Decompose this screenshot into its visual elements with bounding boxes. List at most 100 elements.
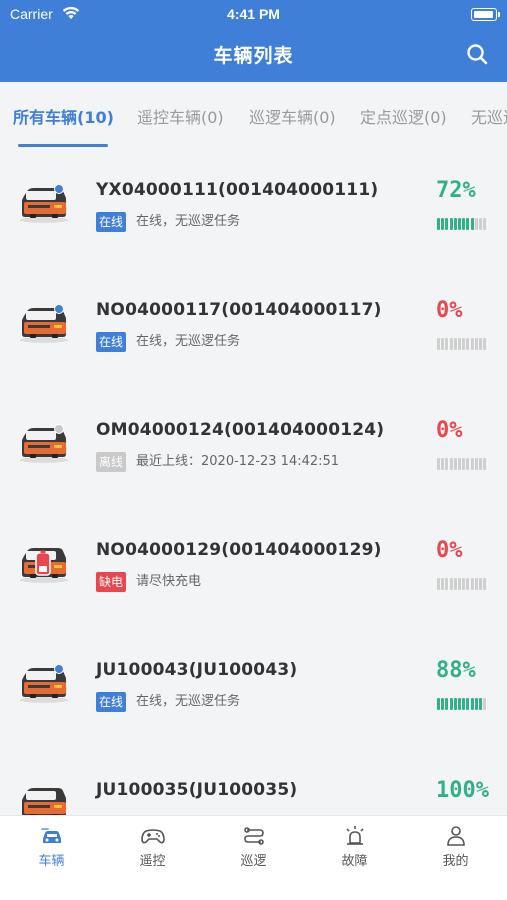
tabbar-item-vehicles[interactable]: 车辆	[1, 816, 102, 876]
battery-segment	[453, 338, 457, 350]
low-battery-vehicle-icon	[20, 548, 68, 583]
battery-segment	[466, 338, 470, 350]
battery-segment	[437, 458, 440, 470]
tabbar-item-faults[interactable]: 故障	[304, 816, 405, 876]
battery-segment	[474, 698, 478, 710]
clock: 4:41 PM	[227, 6, 280, 22]
status-badge: 离线	[96, 452, 127, 472]
vehicle-row[interactable]: YX04000111(001404000111) 在线 在线，无巡逻任务 72%	[0, 148, 507, 268]
filter-tabs: 所有车辆(10) 遥控车辆(0) 巡逻车辆(0) 定点巡逻(0) 无巡逻	[0, 82, 507, 148]
battery-meter	[437, 578, 487, 590]
status-dot	[54, 424, 64, 434]
status-badge: 缺电	[96, 572, 127, 592]
home-indicator-area	[0, 875, 507, 900]
battery-segment	[445, 578, 449, 590]
battery-segment	[441, 338, 445, 350]
vehicle-status-text: 在线，无巡逻任务	[136, 694, 241, 709]
battery-segment	[474, 338, 478, 350]
vehicle-name: JU100035(JU100035)	[96, 780, 298, 800]
battery-segment	[466, 218, 470, 230]
battery-percent: 72%	[436, 178, 476, 203]
tab-indicator	[18, 144, 108, 147]
battery-segment	[462, 338, 466, 350]
route-icon	[244, 827, 264, 845]
vehicle-name: YX04000111(001404000111)	[96, 180, 379, 200]
battery-segment	[470, 458, 474, 470]
battery-segment	[449, 338, 453, 350]
tabbar-item-remote[interactable]: 遥控	[102, 816, 203, 876]
battery-segment	[458, 578, 461, 590]
tab-all-vehicles[interactable]: 所有车辆(10)	[13, 104, 114, 128]
battery-segment	[462, 218, 466, 230]
battery-segment	[458, 698, 461, 710]
status-bar: Carrier 4:41 PM	[0, 4, 507, 24]
battery-segment	[441, 578, 445, 590]
battery-segment	[479, 338, 482, 350]
bottom-tab-bar: 车辆 遥控 巡逻 故障 我的	[0, 815, 507, 875]
tab-fixed-patrol[interactable]: 定点巡逻(0)	[360, 104, 447, 128]
battery-segment	[453, 578, 457, 590]
search-icon[interactable]	[465, 42, 489, 66]
battery-meter	[437, 458, 487, 470]
battery-meter	[437, 698, 487, 710]
battery-segment	[437, 578, 440, 590]
tabbar-item-patrol[interactable]: 巡逻	[203, 816, 304, 876]
battery-percent: 88%	[436, 658, 476, 683]
battery-segment	[441, 458, 445, 470]
user-icon	[447, 826, 465, 846]
vehicle-name: NO04000117(001404000117)	[96, 300, 382, 320]
vehicle-status-text: 请尽快充电	[136, 574, 202, 589]
battery-segment	[466, 578, 470, 590]
vehicle-list: YX04000111(001404000111) 在线 在线，无巡逻任务 72% NO0…	[0, 148, 507, 815]
battery-percent: 100%	[436, 778, 489, 803]
battery-meter	[437, 338, 487, 350]
battery-segment	[437, 218, 440, 230]
battery-segment	[483, 458, 487, 470]
car-icon	[41, 828, 61, 843]
vehicle-status-text: 在线，无巡逻任务	[136, 214, 241, 229]
battery-segment	[470, 338, 474, 350]
battery-segment	[458, 458, 461, 470]
battery-segment	[462, 578, 466, 590]
tab-patrol-vehicles[interactable]: 巡逻车辆(0)	[249, 104, 336, 128]
gamepad-icon	[141, 829, 165, 844]
battery-segment	[483, 578, 487, 590]
alarm-light-icon	[346, 826, 364, 845]
battery-percent: 0%	[436, 418, 463, 443]
battery-segment	[462, 458, 466, 470]
vehicle-name: OM04000124(001404000124)	[96, 420, 385, 440]
page-title: 车辆列表	[213, 45, 294, 67]
vehicle-name: NO04000129(001404000129)	[96, 540, 382, 560]
battery-segment	[462, 698, 466, 710]
tabbar-label: 巡逻	[240, 854, 267, 869]
battery-segment	[466, 458, 470, 470]
status-dot	[54, 304, 64, 314]
battery-segment	[445, 218, 449, 230]
vehicle-row[interactable]: NO04000117(001404000117) 在线 在线，无巡逻任务 0%	[0, 268, 507, 388]
battery-segment	[449, 458, 453, 470]
vehicle-name: JU100043(JU100043)	[96, 660, 298, 680]
tabbar-label: 我的	[442, 854, 469, 869]
tabbar-item-mine[interactable]: 我的	[405, 816, 506, 876]
vehicle-row[interactable]: JU100035(JU100035) 100%	[0, 748, 507, 815]
battery-segment	[474, 218, 478, 230]
vehicle-row[interactable]: NO04000129(001404000129) 缺电 请尽快充电 0%	[0, 508, 507, 628]
vehicle-icon	[22, 788, 66, 815]
battery-segment	[470, 218, 474, 230]
battery-segment	[458, 338, 461, 350]
battery-segment	[441, 218, 445, 230]
vehicle-row[interactable]: JU100043(JU100043) 在线 在线，无巡逻任务 88%	[0, 628, 507, 748]
tab-remote-vehicles[interactable]: 遥控车辆(0)	[137, 104, 224, 128]
tab-no-patrol[interactable]: 无巡逻	[471, 104, 507, 128]
battery-segment	[479, 218, 482, 230]
battery-segment	[449, 218, 453, 230]
vehicle-status-text: 最近上线：2020-12-23 14:42:51	[136, 454, 340, 469]
battery-segment	[449, 578, 453, 590]
battery-segment	[437, 698, 440, 710]
vehicle-row[interactable]: OM04000124(001404000124) 离线 最近上线：2020-12-2…	[0, 388, 507, 508]
tabbar-label: 车辆	[38, 854, 65, 869]
battery-segment	[479, 698, 482, 710]
battery-segment	[474, 578, 478, 590]
battery-segment	[483, 218, 487, 230]
tabbar-label: 遥控	[139, 854, 166, 869]
